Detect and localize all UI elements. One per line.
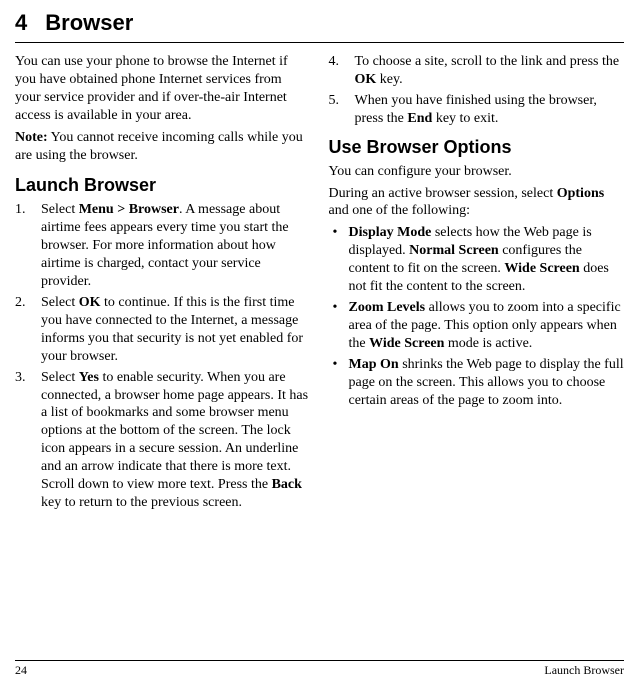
note-body: You cannot receive incoming calls while … (15, 130, 303, 163)
step-text: To choose a site, scroll to the link and… (355, 54, 620, 69)
step-4: To choose a site, scroll to the link and… (329, 53, 625, 89)
bullet-zoom-levels: Zoom Levels allows you to zoom into a sp… (329, 299, 625, 353)
bullet-display-mode: Display Mode selects how the Web page is… (329, 224, 625, 296)
note-paragraph: Note: You cannot receive incoming calls … (15, 129, 311, 165)
step-2: Select OK to continue. If this is the fi… (15, 294, 311, 366)
step-bold: Back (272, 477, 302, 492)
p-text: During an active browser session, select (329, 186, 557, 201)
options-bullets: Display Mode selects how the Web page is… (329, 224, 625, 409)
step-3: Select Yes to enable security. When you … (15, 369, 311, 512)
left-column: You can use your phone to browse the Int… (15, 53, 311, 515)
b-bold: Zoom Levels (349, 300, 426, 315)
launch-heading: Launch Browser (15, 174, 311, 197)
page-footer: 24 Launch Browser (15, 660, 624, 678)
note-label: Note: (15, 130, 48, 145)
b-bold: Wide Screen (369, 336, 444, 351)
p-bold: Options (557, 186, 604, 201)
step-bold: End (407, 111, 432, 126)
bullet-map-on: Map On shrinks the Web page to display t… (329, 356, 625, 410)
chapter-header: 4 Browser (15, 10, 624, 43)
step-bold: Yes (79, 370, 99, 385)
step-text: key. (376, 72, 402, 87)
launch-steps-cont: To choose a site, scroll to the link and… (329, 53, 625, 128)
intro-paragraph: You can use your phone to browse the Int… (15, 53, 311, 125)
footer-section: Launch Browser (544, 663, 624, 678)
b-text: mode is active. (444, 336, 532, 351)
b-bold: Normal Screen (409, 243, 499, 258)
b-bold: Map On (349, 357, 399, 372)
chapter-number: 4 (15, 10, 27, 36)
content-columns: You can use your phone to browse the Int… (15, 53, 624, 515)
b-bold: Display Mode (349, 225, 432, 240)
step-text: to enable security. When you are connect… (41, 370, 308, 492)
step-text: Select (41, 202, 79, 217)
step-bold: OK (79, 295, 101, 310)
options-p1: You can configure your browser. (329, 163, 625, 181)
options-heading: Use Browser Options (329, 136, 625, 159)
step-text: key to exit. (432, 111, 498, 126)
step-text: Select (41, 370, 79, 385)
step-text: key to return to the previous screen. (41, 495, 242, 510)
step-bold: Menu > Browser (79, 202, 179, 217)
launch-steps: Select Menu > Browser. A message about a… (15, 201, 311, 511)
step-text: Select (41, 295, 79, 310)
step-1: Select Menu > Browser. A message about a… (15, 201, 311, 291)
step-5: When you have finished using the browser… (329, 92, 625, 128)
p-text: and one of the following: (329, 203, 471, 218)
options-p2: During an active browser session, select… (329, 185, 625, 221)
step-bold: OK (355, 72, 377, 87)
right-column: To choose a site, scroll to the link and… (329, 53, 625, 515)
chapter-title: Browser (45, 10, 133, 35)
page-number: 24 (15, 663, 27, 678)
b-bold: Wide Screen (504, 261, 579, 276)
